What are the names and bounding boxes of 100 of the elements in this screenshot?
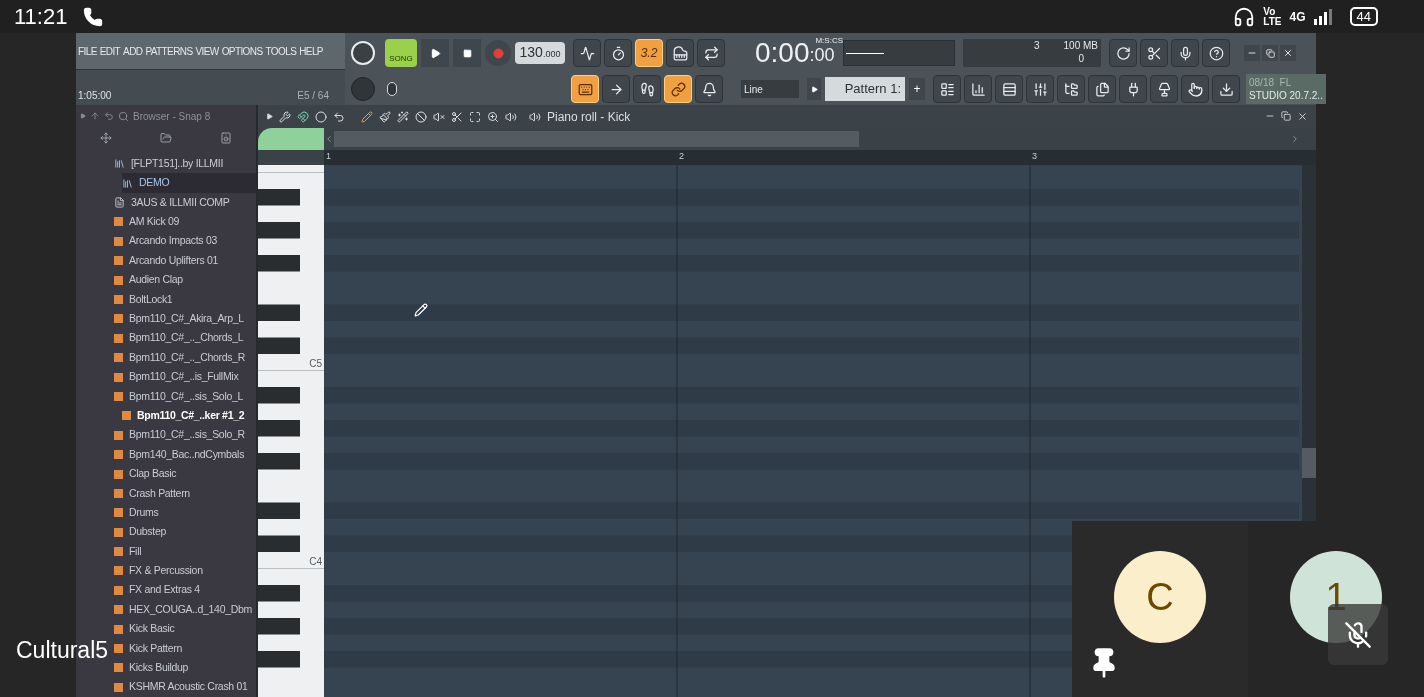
magnet-icon[interactable] <box>297 110 309 123</box>
microphone-button[interactable] <box>1171 39 1199 67</box>
toolbar-toggle-button[interactable] <box>697 39 725 67</box>
add-pattern-button[interactable]: + <box>909 78 925 100</box>
refresh-button[interactable] <box>1109 39 1137 67</box>
browser-item[interactable]: Bpm110_C#_..sis_Solo_L <box>114 386 256 407</box>
browser-item[interactable]: KSHMR Acoustic Crash 01 <box>114 677 256 697</box>
select-icon[interactable] <box>469 110 481 123</box>
pencil-icon[interactable] <box>361 110 373 123</box>
menu-item[interactable]: FILE <box>78 43 97 59</box>
browser-item[interactable]: Bpm110_C#_Akira_Arp_L <box>114 309 256 329</box>
browser-item[interactable]: Clap Basic <box>114 464 256 484</box>
menu-item[interactable]: TOOLS <box>265 43 297 59</box>
browser-item[interactable]: Arcando Uplifters 01 <box>114 251 256 271</box>
browser-item[interactable]: Arcando Impacts 03 <box>114 231 256 251</box>
news-panel[interactable]: 08/18 FL STUDIO 20.7.2.. <box>1246 74 1326 104</box>
play-button[interactable] <box>421 39 449 67</box>
files-button[interactable] <box>1088 75 1116 103</box>
playlist-button[interactable] <box>933 75 961 103</box>
browser-button[interactable] <box>1057 75 1085 103</box>
mute-icon[interactable] <box>433 110 445 123</box>
move-icon[interactable] <box>100 131 112 144</box>
browser-item[interactable]: FX & Percussion <box>114 561 256 581</box>
restore-icon[interactable] <box>1281 111 1291 121</box>
menu-item[interactable]: ADD <box>123 43 143 59</box>
speaker-icon[interactable] <box>529 110 541 123</box>
toolbar-toggle-button[interactable]: 3.2 <box>635 39 663 67</box>
browser-item[interactable]: Bpm140_Bac..ndCymbals <box>114 444 256 465</box>
pattern-arrow-button[interactable] <box>807 78 821 100</box>
tempo-display[interactable]: 130.000 <box>515 42 565 64</box>
vertical-scrollbar[interactable] <box>1302 165 1316 521</box>
pointer-button[interactable] <box>1181 75 1209 103</box>
snap-select[interactable]: Line <box>741 80 799 98</box>
toolbar-toggle-button[interactable] <box>666 39 694 67</box>
menu-item[interactable]: HELP <box>299 43 323 59</box>
delete-icon[interactable] <box>415 110 427 123</box>
mixer-button[interactable] <box>1026 75 1054 103</box>
scroll-thumb[interactable] <box>334 131 859 147</box>
scroll-thumb[interactable] <box>1302 448 1316 478</box>
toolbar-toggle-button[interactable] <box>695 75 723 103</box>
browser-item[interactable]: Kick Pattern <box>114 638 256 659</box>
browser-item[interactable]: Crash Pattern <box>114 483 256 504</box>
browser-item[interactable]: HEX_COUGA..d_140_Dbm <box>114 600 256 620</box>
browser-item[interactable]: Audien Clap <box>114 270 256 290</box>
undo-icon[interactable] <box>333 110 345 123</box>
swing-knob[interactable] <box>387 82 397 96</box>
toolbar-toggle-button[interactable] <box>602 75 630 103</box>
folder-icon[interactable] <box>160 131 172 144</box>
wrench-icon[interactable] <box>279 110 291 123</box>
browser-item[interactable]: AM Kick 09 <box>114 212 256 232</box>
browser-item[interactable]: Fill <box>114 541 256 562</box>
menu-item[interactable]: PATTERNS <box>145 43 193 59</box>
volume-knob[interactable] <box>351 41 375 65</box>
wand-icon[interactable] <box>397 110 409 123</box>
browser-item[interactable]: BoltLock1 <box>114 289 256 310</box>
minimize-button[interactable] <box>1244 45 1260 61</box>
browser-item[interactable]: Bpm110_C#_.._Chords_R <box>114 347 256 368</box>
speaker-icon[interactable] <box>505 110 517 123</box>
stop-button[interactable] <box>453 39 481 67</box>
browser-item[interactable]: Bpm110_C#_..sis_Solo_R <box>114 425 256 445</box>
pattern-selector[interactable]: Pattern 1: <box>825 77 905 101</box>
browser-item[interactable]: Drums <box>114 503 256 523</box>
menu-item[interactable]: OPTIONS <box>221 43 263 59</box>
song-mode-button[interactable]: SONG <box>385 39 417 67</box>
restore-button[interactable] <box>1262 45 1278 61</box>
browser-item[interactable]: DEMO <box>122 173 256 193</box>
participant-tile[interactable]: C <box>1072 521 1248 697</box>
search-icon[interactable] <box>118 110 129 122</box>
browser-item[interactable]: Bpm110_C#_..ker #1_2 <box>122 406 256 426</box>
scroll-right-icon[interactable] <box>1290 134 1300 144</box>
browser-item[interactable]: Bpm110_C#_..is_FullMix <box>114 367 256 387</box>
browser-item[interactable]: Kicks Buildup <box>114 658 256 678</box>
menu-item[interactable]: EDIT <box>99 43 121 59</box>
timeline-ruler[interactable]: 1 2 3 <box>324 150 1316 165</box>
download-button[interactable] <box>1212 75 1240 103</box>
zoom-icon[interactable] <box>487 110 499 123</box>
scroll-left-icon[interactable] <box>324 134 334 144</box>
speaker-icon[interactable] <box>220 131 232 144</box>
arrow-up-icon[interactable] <box>90 111 100 121</box>
toolbar-toggle-button[interactable] <box>633 75 661 103</box>
scissors-button[interactable] <box>1140 39 1168 67</box>
menu-item[interactable]: VIEW <box>195 43 219 59</box>
scissors-icon[interactable] <box>451 110 463 123</box>
help-button[interactable] <box>1202 39 1230 67</box>
browser-item[interactable]: Dubstep <box>114 522 256 542</box>
browser-item[interactable]: FX and Extras 4 <box>114 580 256 601</box>
browser-item[interactable]: Bpm110_C#_.._Chords_L <box>114 328 256 348</box>
brush-icon[interactable] <box>379 110 391 123</box>
lamp-button[interactable] <box>1150 75 1178 103</box>
arrow-icon[interactable] <box>80 113 86 119</box>
toolbar-toggle-button[interactable] <box>573 39 601 67</box>
browser-item[interactable]: Kick Basic <box>114 619 256 639</box>
close-icon[interactable] <box>1297 111 1308 122</box>
piano-roll-button[interactable] <box>964 75 992 103</box>
browser-item[interactable]: 3AUS & ILLMII COMP <box>114 192 256 213</box>
browser-item[interactable]: [FLPT151]..by ILLMII <box>114 154 256 174</box>
plugin-button[interactable] <box>1119 75 1147 103</box>
close-button[interactable] <box>1280 45 1296 61</box>
channel-rack-button[interactable] <box>995 75 1023 103</box>
toolbar-toggle-button[interactable] <box>604 39 632 67</box>
